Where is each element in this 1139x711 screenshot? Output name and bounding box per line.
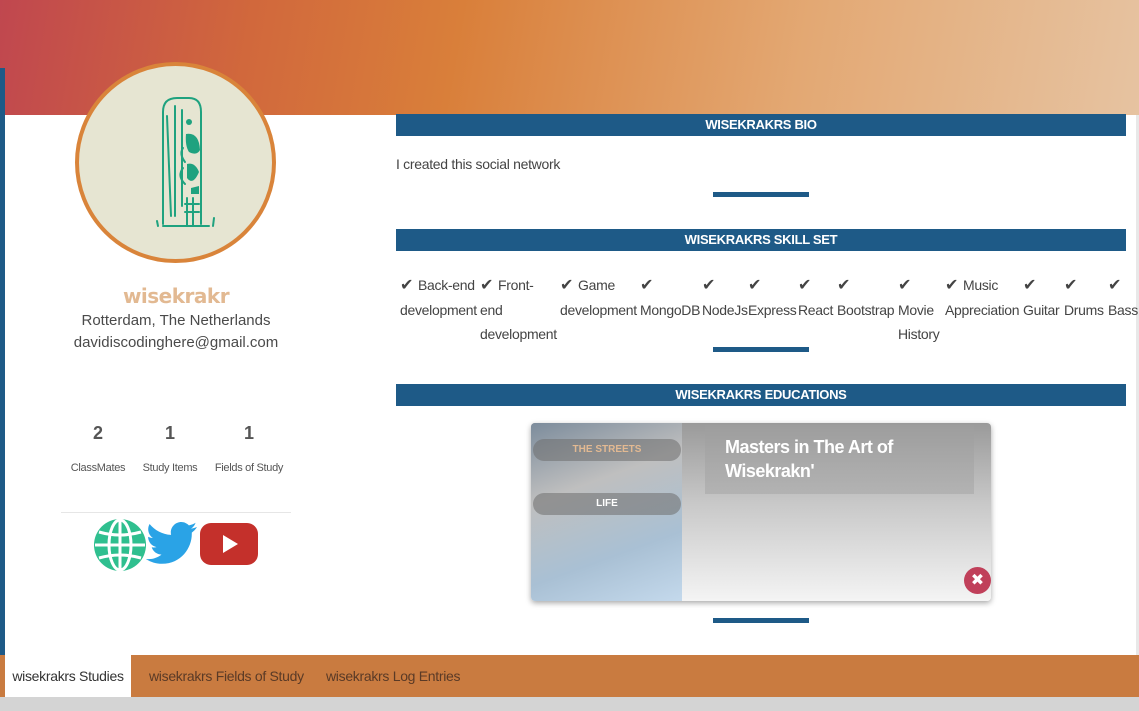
skill-label-line1: Front- (498, 277, 534, 293)
skills-list: ✔ Back-end development ✔ Front- end develo… (0, 273, 1139, 343)
check-icon: ✔ (748, 277, 762, 294)
skill-label-line2: NodeJs (702, 302, 748, 318)
check-icon: ✔ (1064, 277, 1078, 294)
stat-study-items[interactable]: 1 Study Items (140, 422, 200, 474)
skills-heading: WISEKRAKRS SKILL SET (396, 229, 1126, 251)
bio-text: I created this social network (396, 156, 561, 172)
stat-value: 1 (164, 423, 175, 443)
skill-item: ✔ Express (748, 273, 797, 322)
check-icon: ✔ (560, 277, 574, 294)
stats-divider (61, 512, 291, 513)
stat-classmates[interactable]: 2 ClassMates (68, 422, 128, 474)
check-icon: ✔ (798, 277, 812, 294)
stat-value: 2 (92, 423, 103, 443)
check-icon: ✔ (480, 277, 494, 294)
skill-label-line3: development (480, 326, 557, 342)
education-title: Masters in The Art of Wisekrakn' (705, 425, 974, 494)
tab-studies[interactable]: wisekrakrs Studies (5, 655, 131, 697)
stat-value: 1 (243, 423, 254, 443)
skill-item: ✔ Game development (560, 273, 637, 322)
skull-doodle-icon (156, 97, 215, 227)
skill-label-line2: MongoDB (640, 302, 701, 318)
section-divider (713, 347, 809, 352)
stat-label: ClassMates (70, 462, 126, 474)
skill-label-line2: Guitar (1023, 302, 1060, 318)
skill-label-line2: development (560, 302, 637, 318)
skill-label-line1: Music (963, 277, 999, 293)
skill-label-line1: Back-end (418, 277, 475, 293)
stat-fields-of-study[interactable]: 1 Fields of Study (210, 422, 288, 474)
education-tab-list: THE STREETS LIFE (531, 423, 682, 601)
section-divider (713, 192, 809, 197)
skill-item: ✔ React (798, 273, 833, 322)
skill-label-line2: React (798, 302, 834, 318)
skill-item: ✔ Movie History (898, 273, 940, 346)
section-divider (713, 618, 809, 623)
skill-label-line2: development (400, 302, 477, 318)
skill-label-line2: Express (748, 302, 797, 318)
skill-item: ✔ Back-end development (400, 273, 477, 322)
skill-label-line2: Drums (1064, 302, 1104, 318)
twitter-icon[interactable] (145, 522, 198, 571)
close-icon[interactable]: ✖ (964, 567, 991, 594)
skill-item: ✔ Front- end development (480, 273, 557, 346)
bio-heading: WISEKRAKRS BIO (396, 114, 1126, 136)
skill-label-line1: Game (578, 277, 615, 293)
skill-label-line2: end (480, 302, 503, 318)
check-icon: ✔ (400, 277, 414, 294)
education-card: THE STREETS LIFE Masters in The Art of W… (531, 423, 991, 601)
check-icon: ✔ (1108, 277, 1122, 294)
left-accent-rail (0, 68, 5, 711)
skill-item: ✔ Music Appreciation (945, 273, 1020, 322)
skill-item: ✔ Guitar (1023, 273, 1060, 322)
tab-log-entries[interactable]: wisekrakrs Log Entries (318, 655, 468, 697)
skill-label-line2: Appreciation (945, 302, 1020, 318)
skill-label-line2: Bootstrap (837, 302, 895, 318)
avatar[interactable] (75, 62, 276, 263)
education-tab-life[interactable]: LIFE (533, 493, 681, 515)
page-bottom-strip (0, 697, 1139, 711)
tab-fields-of-study[interactable]: wisekrakrs Fields of Study (141, 655, 312, 697)
skill-item: ✔ Bass (1108, 273, 1138, 322)
education-tab-the-streets[interactable]: THE STREETS (533, 439, 681, 461)
stat-label: Fields of Study (214, 462, 284, 474)
check-icon: ✔ (898, 277, 912, 294)
youtube-icon[interactable] (200, 523, 258, 570)
skill-item: ✔ Bootstrap (837, 273, 895, 322)
check-icon: ✔ (1023, 277, 1037, 294)
skill-item: ✔ NodeJs (702, 273, 748, 322)
check-icon: ✔ (945, 277, 959, 294)
check-icon: ✔ (837, 277, 851, 294)
skill-label-line2: Bass (1108, 302, 1138, 318)
globe-icon[interactable] (93, 518, 147, 577)
stat-label: Study Items (142, 462, 198, 474)
skill-item: ✔ MongoDB (640, 273, 700, 322)
check-icon: ✔ (702, 277, 716, 294)
educations-heading: WISEKRAKRS EDUCATIONS (396, 384, 1126, 406)
skill-label-line3: History (898, 326, 940, 342)
check-icon: ✔ (640, 277, 654, 294)
skill-label-line2: Movie (898, 302, 934, 318)
skill-item: ✔ Drums (1064, 273, 1104, 322)
